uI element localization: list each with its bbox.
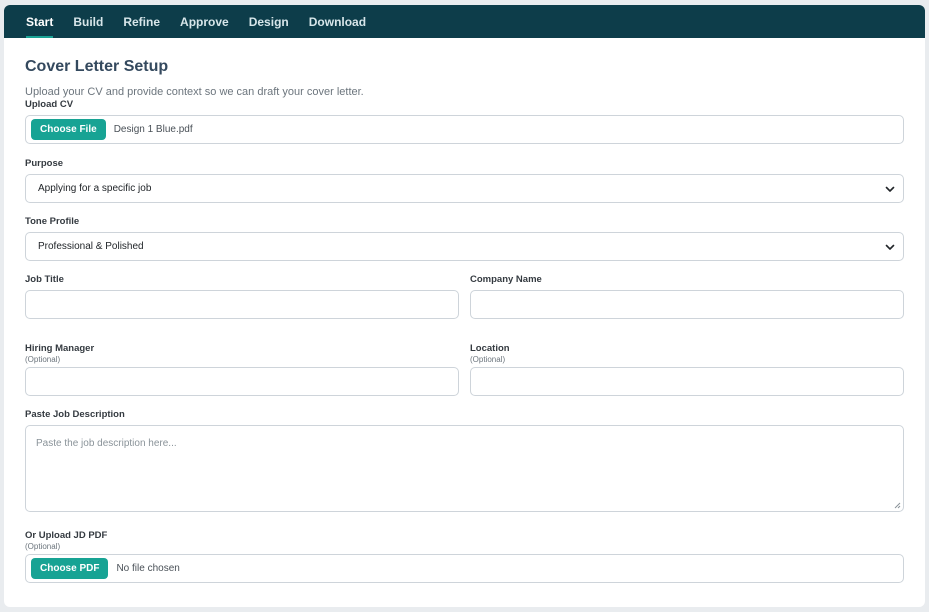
tab-label: Start xyxy=(26,14,54,29)
upload-cv-field[interactable]: Choose File Design 1 Blue.pdf xyxy=(25,115,904,144)
location-label: Location xyxy=(470,343,510,354)
tab-label: Build xyxy=(73,14,104,29)
job-description-textarea[interactable]: Paste the job description here... xyxy=(25,425,904,512)
upload-cv-label: Upload CV xyxy=(25,99,74,110)
purpose-label: Purpose xyxy=(25,158,64,169)
page-title: Cover Letter Setup xyxy=(25,58,169,75)
manager-location-row: Hiring Manager (Optional) Location (Opti… xyxy=(25,343,904,396)
company-name-group: Company Name xyxy=(470,274,904,319)
choose-file-button[interactable]: Choose File xyxy=(31,119,106,140)
tab-label: Refine xyxy=(123,14,161,29)
hiring-manager-hint: (Optional) xyxy=(25,355,61,364)
location-hint: (Optional) xyxy=(470,355,506,364)
chevron-down-icon xyxy=(885,242,895,252)
chevron-down-icon xyxy=(885,184,895,194)
hiring-manager-label: Hiring Manager xyxy=(25,343,95,354)
tone-profile-value: Professional & Polished xyxy=(38,241,144,252)
location-group: Location (Optional) xyxy=(470,343,904,396)
choose-pdf-button[interactable]: Choose PDF xyxy=(31,558,109,579)
job-title-input[interactable] xyxy=(25,290,459,319)
location-input[interactable] xyxy=(470,367,904,396)
jd-file-name: No file chosen xyxy=(116,563,180,574)
upload-jd-hint: (Optional) xyxy=(25,542,61,551)
tab-label: Download xyxy=(308,14,367,29)
main-content: Cover Letter Setup Upload your CV and pr… xyxy=(4,38,925,583)
tab-build[interactable]: Build xyxy=(63,5,113,38)
company-name-input[interactable] xyxy=(470,290,904,319)
tab-design[interactable]: Design xyxy=(239,5,299,38)
tab-refine[interactable]: Refine xyxy=(113,5,170,38)
tab-start[interactable]: Start xyxy=(16,5,63,38)
upload-jd-label: Or Upload JD PDF xyxy=(25,530,108,541)
tone-profile-select[interactable]: Professional & Polished xyxy=(25,232,904,261)
tab-approve[interactable]: Approve xyxy=(170,5,239,38)
resize-handle-icon[interactable] xyxy=(893,501,901,509)
purpose-value: Applying for a specific job xyxy=(38,183,152,194)
job-company-row: Job Title Company Name xyxy=(25,274,904,319)
job-title-group: Job Title xyxy=(25,274,459,319)
page-subtitle: Upload your CV and provide context so we… xyxy=(25,86,364,98)
app-window: Start Build Refine Approve Design Downlo… xyxy=(4,5,925,607)
job-description-label: Paste Job Description xyxy=(25,409,125,420)
job-description-placeholder: Paste the job description here... xyxy=(36,438,177,449)
company-name-label: Company Name xyxy=(470,274,542,285)
top-nav: Start Build Refine Approve Design Downlo… xyxy=(4,5,925,38)
purpose-select[interactable]: Applying for a specific job xyxy=(25,174,904,203)
hiring-manager-input[interactable] xyxy=(25,367,459,396)
upload-jd-field[interactable]: Choose PDF No file chosen xyxy=(25,554,904,583)
tab-label: Design xyxy=(248,14,289,29)
cv-file-name: Design 1 Blue.pdf xyxy=(113,124,193,135)
job-title-label: Job Title xyxy=(25,274,64,285)
tab-label: Approve xyxy=(180,14,229,29)
tone-profile-label: Tone Profile xyxy=(25,216,80,227)
hiring-manager-group: Hiring Manager (Optional) xyxy=(25,343,459,396)
tab-download[interactable]: Download xyxy=(299,5,376,38)
